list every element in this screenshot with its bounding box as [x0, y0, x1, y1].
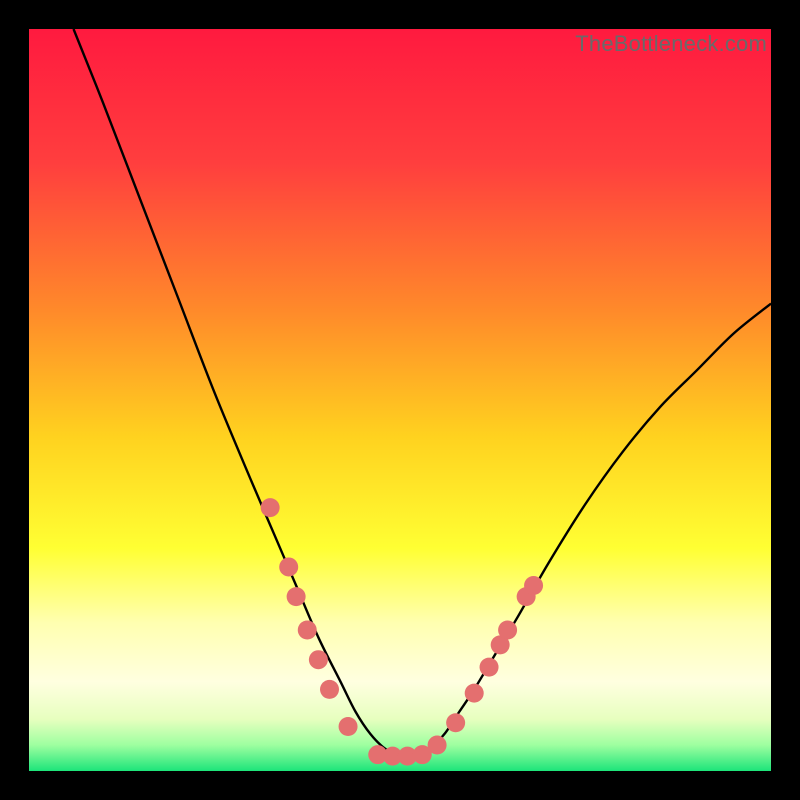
data-marker: [261, 498, 280, 517]
data-marker: [309, 650, 328, 669]
data-marker: [465, 684, 484, 703]
data-marker: [524, 576, 543, 595]
bottleneck-curve: [74, 29, 771, 757]
chart-svg: [29, 29, 771, 771]
data-marker: [298, 621, 317, 640]
data-marker: [339, 717, 358, 736]
watermark-label: TheBottleneck.com: [575, 29, 771, 57]
data-marker: [428, 736, 447, 755]
data-marker: [287, 587, 306, 606]
data-marker: [279, 557, 298, 576]
data-marker: [446, 713, 465, 732]
data-markers: [261, 498, 543, 766]
chart-frame: TheBottleneck.com: [0, 0, 800, 800]
data-marker: [480, 658, 499, 677]
data-marker: [498, 621, 517, 640]
plot-area: [29, 29, 771, 771]
data-marker: [320, 680, 339, 699]
